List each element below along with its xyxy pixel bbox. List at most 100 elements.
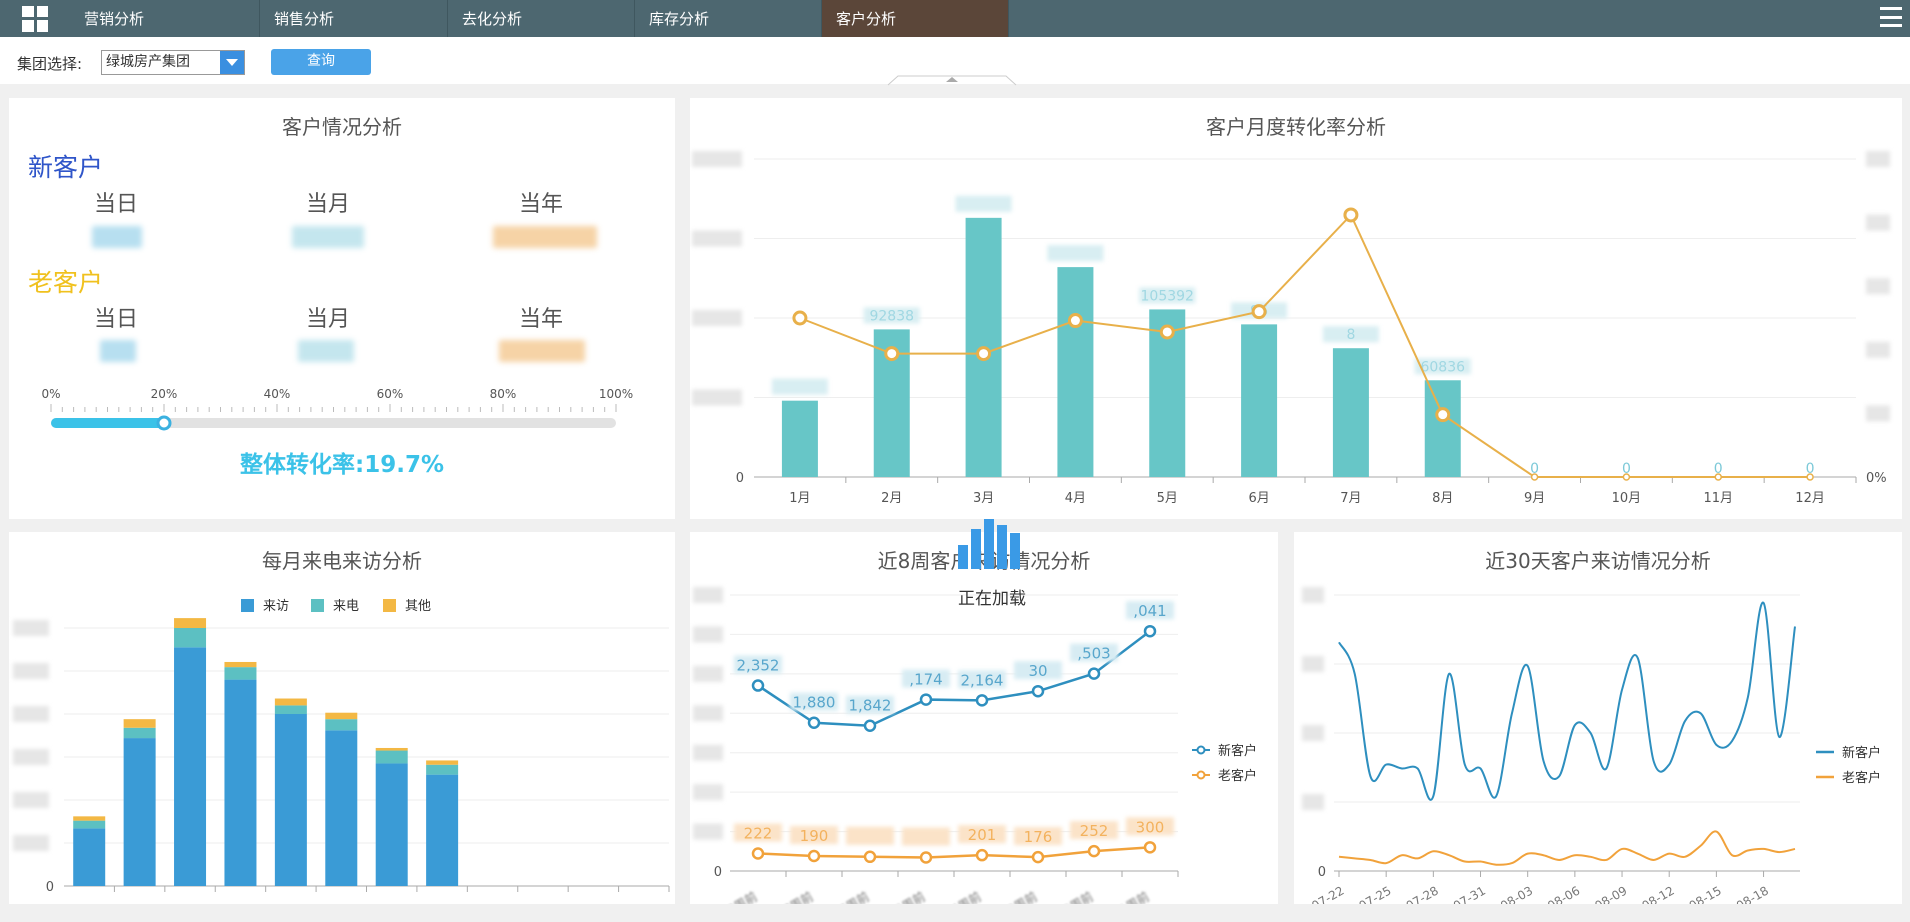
collapse-toggle-icon[interactable] [880,74,1024,86]
y-tick-label [693,823,723,840]
tab-customer[interactable]: 客户分析 [822,0,1009,37]
chevron-down-icon[interactable] [220,51,244,74]
series-point [1143,841,1157,854]
x-tick-label: 07-28 [1404,883,1441,904]
stacked-bar-segment [426,774,459,886]
y-tick-label: 0 [1318,865,1326,880]
bar-value-label [955,195,1012,212]
y-tick-label [693,626,723,643]
point-value-text: ,041 [1133,602,1166,620]
query-button[interactable]: 查询 [271,49,371,75]
y-tick-label [13,663,49,679]
rate-point [884,346,900,362]
legend-label: 新客户 [1842,745,1881,761]
loading-text: 正在加载 [958,589,1026,609]
home-grid-icon[interactable] [0,0,70,37]
tab-absorption[interactable]: 去化分析 [448,0,635,37]
progress-tick-label: 40% [264,387,291,401]
y-tick-label [692,389,742,406]
x-tick-label: 5周前 [893,889,928,904]
legend-marker [1196,770,1206,780]
x-tick-label: 2周前 [1061,889,1096,904]
x-tick-label: 10月 [1612,491,1642,506]
stacked-bar-segment [73,816,106,821]
tab-sales[interactable]: 销售分析 [260,0,448,37]
legend-swatch [311,599,324,612]
hamburger-menu-icon[interactable] [1880,7,1902,27]
y-tick-label: 0 [46,880,54,895]
progress-tick-label: 100% [599,387,633,401]
legend-label: 来访 [263,599,289,614]
rate-point [976,346,992,362]
y2-tick-label [1866,151,1890,167]
point-value-text: 176 [1024,828,1053,846]
group-select[interactable]: 绿城房产集团 [101,50,245,75]
stacked-bar-segment [174,647,207,886]
y-tick-label [692,310,742,326]
tab-marketing[interactable]: 营销分析 [70,0,260,37]
point-value-text: 190 [800,827,829,845]
y-tick-label [13,620,49,636]
series-point [919,693,933,706]
bar-value-text: 92838 [869,308,914,324]
progress-tick-label: 20% [151,387,178,401]
x-tick-label: 5月 [1157,491,1178,506]
x-tick-label: 6周前 [837,889,872,904]
y-tick-label [693,665,723,682]
stacked-bar-segment [174,618,207,628]
stacked-bar-segment [123,738,156,886]
x-tick-label: 8月 [1432,491,1453,506]
stacked-bar-segment [224,679,257,886]
legend-marker [1196,745,1206,755]
series-point [751,679,765,692]
bar [1057,267,1094,477]
bar-value-text: 60836 [1420,359,1465,375]
tab-inventory[interactable]: 库存分析 [635,0,822,37]
stacked-bar-segment [123,727,156,739]
progress-tick-label: 80% [490,387,517,401]
stacked-bar-segment [224,661,257,668]
stacked-bar-segment [325,712,358,720]
series-point [807,849,821,863]
stacked-bar-segment [375,750,408,764]
x-tick-label: 3周前 [1005,889,1040,904]
x-tick-label: 08-12 [1640,883,1677,904]
x-tick-label: 08-09 [1592,883,1629,904]
series-point [975,848,989,862]
stacked-bar-segment [274,698,307,706]
daily-visits-chart: 0 07-22 07-25 07-28 07-31 08-03 08-06 08-09 08-1… [1302,587,1881,904]
rate-point [1159,324,1175,340]
x-tick-label: 3月 [973,491,994,506]
y-tick-label [1302,656,1324,672]
monthly-visits-chart: 来访 来电 其他 0 [13,599,670,895]
rate-point [792,310,808,326]
x-tick-label: 4周前 [949,889,984,904]
x-tick-label: 9月 [1524,491,1545,506]
legend-swatch [383,599,396,612]
x-tick-label: 2月 [881,491,902,506]
legend-swatch [241,599,254,612]
point-value-text: 2,164 [961,671,1004,689]
stacked-bar-segment [274,714,307,886]
x-tick-label: 08-03 [1498,883,1535,904]
x-tick-label: 07-22 [1309,883,1346,904]
top-navigation: 营销分析 销售分析 去化分析 库存分析 客户分析 [0,0,1910,37]
series-point [1143,624,1157,638]
bar [781,400,818,477]
bar-value-label [771,378,828,395]
rate-point [1067,313,1083,329]
series-point [1031,850,1045,864]
point-value-text: 1,842 [849,697,892,715]
rate-point [1806,473,1814,481]
progress-knob[interactable] [156,415,172,431]
y-tick-label [692,151,742,167]
y2-tick-label [1866,214,1890,231]
series-point [919,851,933,864]
y2-tick-label [1866,405,1890,422]
bar-value-text: 8 [1346,327,1355,343]
loading-spinner-icon [958,517,1040,569]
x-tick-label: 7月 [1340,491,1361,506]
rate-point [1622,473,1631,481]
bar [1424,380,1461,477]
progress-tick-label: 60% [377,387,404,401]
